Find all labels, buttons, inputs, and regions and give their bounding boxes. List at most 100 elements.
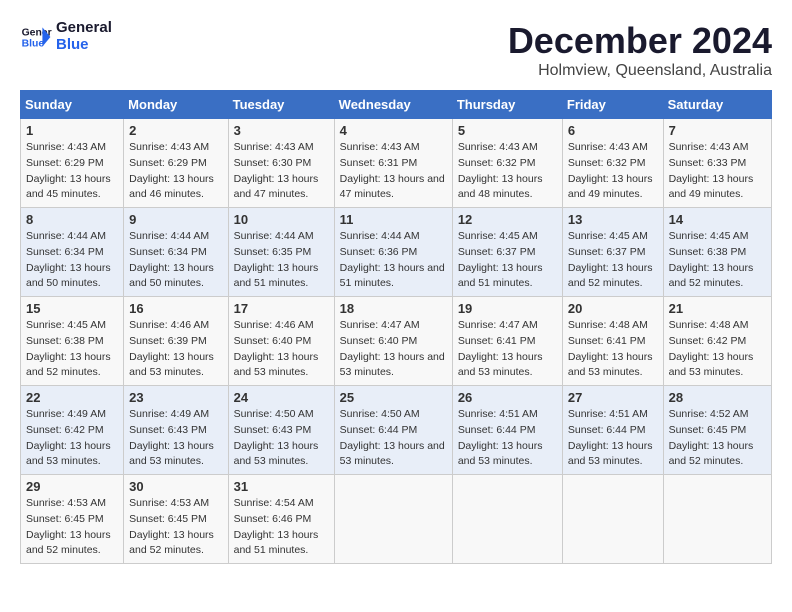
daylight-label: Daylight: 13 hours and 49 minutes. xyxy=(568,173,653,201)
logo-icon: General Blue xyxy=(20,21,52,53)
day-number: 25 xyxy=(340,390,447,405)
daylight-label: Daylight: 13 hours and 49 minutes. xyxy=(669,173,754,201)
sunset-label: Sunset: 6:38 PM xyxy=(669,246,747,258)
day-number: 5 xyxy=(458,123,557,138)
calendar-header-tuesday: Tuesday xyxy=(228,91,334,119)
sunset-label: Sunset: 6:41 PM xyxy=(458,335,536,347)
day-info: Sunrise: 4:53 AM Sunset: 6:45 PM Dayligh… xyxy=(26,496,118,559)
sunset-label: Sunset: 6:31 PM xyxy=(340,157,418,169)
sunrise-label: Sunrise: 4:45 AM xyxy=(458,230,538,242)
day-number: 31 xyxy=(234,479,329,494)
daylight-label: Daylight: 13 hours and 47 minutes. xyxy=(340,173,445,201)
day-info: Sunrise: 4:54 AM Sunset: 6:46 PM Dayligh… xyxy=(234,496,329,559)
sunset-label: Sunset: 6:42 PM xyxy=(669,335,747,347)
daylight-label: Daylight: 13 hours and 50 minutes. xyxy=(129,262,214,290)
calendar-cell: 7 Sunrise: 4:43 AM Sunset: 6:33 PM Dayli… xyxy=(663,119,771,208)
daylight-label: Daylight: 13 hours and 51 minutes. xyxy=(234,262,319,290)
calendar-cell: 6 Sunrise: 4:43 AM Sunset: 6:32 PM Dayli… xyxy=(562,119,663,208)
sunrise-label: Sunrise: 4:53 AM xyxy=(129,497,209,509)
calendar-cell: 13 Sunrise: 4:45 AM Sunset: 6:37 PM Dayl… xyxy=(562,208,663,297)
day-info: Sunrise: 4:45 AM Sunset: 6:37 PM Dayligh… xyxy=(458,229,557,292)
sunset-label: Sunset: 6:29 PM xyxy=(26,157,104,169)
sunrise-label: Sunrise: 4:51 AM xyxy=(458,408,538,420)
calendar-cell: 29 Sunrise: 4:53 AM Sunset: 6:45 PM Dayl… xyxy=(21,475,124,564)
calendar-cell: 31 Sunrise: 4:54 AM Sunset: 6:46 PM Dayl… xyxy=(228,475,334,564)
day-info: Sunrise: 4:48 AM Sunset: 6:41 PM Dayligh… xyxy=(568,318,658,381)
sunset-label: Sunset: 6:44 PM xyxy=(458,424,536,436)
calendar-header: SundayMondayTuesdayWednesdayThursdayFrid… xyxy=(21,91,772,119)
calendar-header-monday: Monday xyxy=(124,91,228,119)
calendar-cell: 18 Sunrise: 4:47 AM Sunset: 6:40 PM Dayl… xyxy=(334,297,452,386)
calendar-cell: 28 Sunrise: 4:52 AM Sunset: 6:45 PM Dayl… xyxy=(663,386,771,475)
calendar-cell xyxy=(562,475,663,564)
sunrise-label: Sunrise: 4:43 AM xyxy=(26,141,106,153)
daylight-label: Daylight: 13 hours and 51 minutes. xyxy=(234,529,319,557)
day-info: Sunrise: 4:44 AM Sunset: 6:34 PM Dayligh… xyxy=(26,229,118,292)
daylight-label: Daylight: 13 hours and 53 minutes. xyxy=(129,351,214,379)
day-info: Sunrise: 4:50 AM Sunset: 6:43 PM Dayligh… xyxy=(234,407,329,470)
day-number: 1 xyxy=(26,123,118,138)
sunrise-label: Sunrise: 4:52 AM xyxy=(669,408,749,420)
day-info: Sunrise: 4:51 AM Sunset: 6:44 PM Dayligh… xyxy=(568,407,658,470)
day-info: Sunrise: 4:47 AM Sunset: 6:41 PM Dayligh… xyxy=(458,318,557,381)
day-number: 18 xyxy=(340,301,447,316)
sunrise-label: Sunrise: 4:51 AM xyxy=(568,408,648,420)
daylight-label: Daylight: 13 hours and 53 minutes. xyxy=(568,351,653,379)
calendar-cell: 20 Sunrise: 4:48 AM Sunset: 6:41 PM Dayl… xyxy=(562,297,663,386)
daylight-label: Daylight: 13 hours and 52 minutes. xyxy=(669,262,754,290)
calendar-cell: 8 Sunrise: 4:44 AM Sunset: 6:34 PM Dayli… xyxy=(21,208,124,297)
sunrise-label: Sunrise: 4:50 AM xyxy=(234,408,314,420)
week-row-2: 8 Sunrise: 4:44 AM Sunset: 6:34 PM Dayli… xyxy=(21,208,772,297)
daylight-label: Daylight: 13 hours and 46 minutes. xyxy=(129,173,214,201)
calendar-cell: 26 Sunrise: 4:51 AM Sunset: 6:44 PM Dayl… xyxy=(452,386,562,475)
sunset-label: Sunset: 6:36 PM xyxy=(340,246,418,258)
daylight-label: Daylight: 13 hours and 53 minutes. xyxy=(129,440,214,468)
day-number: 6 xyxy=(568,123,658,138)
calendar-cell: 27 Sunrise: 4:51 AM Sunset: 6:44 PM Dayl… xyxy=(562,386,663,475)
sunset-label: Sunset: 6:44 PM xyxy=(340,424,418,436)
sunset-label: Sunset: 6:40 PM xyxy=(234,335,312,347)
calendar-cell: 19 Sunrise: 4:47 AM Sunset: 6:41 PM Dayl… xyxy=(452,297,562,386)
daylight-label: Daylight: 13 hours and 53 minutes. xyxy=(458,440,543,468)
sunrise-label: Sunrise: 4:44 AM xyxy=(234,230,314,242)
sunrise-label: Sunrise: 4:50 AM xyxy=(340,408,420,420)
calendar-cell: 4 Sunrise: 4:43 AM Sunset: 6:31 PM Dayli… xyxy=(334,119,452,208)
calendar-cell: 11 Sunrise: 4:44 AM Sunset: 6:36 PM Dayl… xyxy=(334,208,452,297)
sunset-label: Sunset: 6:45 PM xyxy=(129,513,207,525)
calendar-cell: 25 Sunrise: 4:50 AM Sunset: 6:44 PM Dayl… xyxy=(334,386,452,475)
calendar-cell: 30 Sunrise: 4:53 AM Sunset: 6:45 PM Dayl… xyxy=(124,475,228,564)
day-number: 9 xyxy=(129,212,222,227)
sunrise-label: Sunrise: 4:44 AM xyxy=(340,230,420,242)
day-info: Sunrise: 4:45 AM Sunset: 6:38 PM Dayligh… xyxy=(26,318,118,381)
day-number: 20 xyxy=(568,301,658,316)
sunrise-label: Sunrise: 4:54 AM xyxy=(234,497,314,509)
day-info: Sunrise: 4:43 AM Sunset: 6:29 PM Dayligh… xyxy=(129,140,222,203)
daylight-label: Daylight: 13 hours and 53 minutes. xyxy=(568,440,653,468)
daylight-label: Daylight: 13 hours and 53 minutes. xyxy=(234,351,319,379)
calendar-cell xyxy=(663,475,771,564)
svg-text:Blue: Blue xyxy=(22,38,45,49)
sunset-label: Sunset: 6:45 PM xyxy=(26,513,104,525)
day-number: 17 xyxy=(234,301,329,316)
sunset-label: Sunset: 6:32 PM xyxy=(458,157,536,169)
day-number: 15 xyxy=(26,301,118,316)
day-info: Sunrise: 4:43 AM Sunset: 6:33 PM Dayligh… xyxy=(669,140,766,203)
week-row-1: 1 Sunrise: 4:43 AM Sunset: 6:29 PM Dayli… xyxy=(21,119,772,208)
day-info: Sunrise: 4:45 AM Sunset: 6:38 PM Dayligh… xyxy=(669,229,766,292)
calendar-cell xyxy=(452,475,562,564)
day-info: Sunrise: 4:44 AM Sunset: 6:35 PM Dayligh… xyxy=(234,229,329,292)
logo: General Blue General Blue xyxy=(20,20,112,53)
calendar-cell xyxy=(334,475,452,564)
sunset-label: Sunset: 6:39 PM xyxy=(129,335,207,347)
day-info: Sunrise: 4:51 AM Sunset: 6:44 PM Dayligh… xyxy=(458,407,557,470)
day-number: 27 xyxy=(568,390,658,405)
calendar-cell: 15 Sunrise: 4:45 AM Sunset: 6:38 PM Dayl… xyxy=(21,297,124,386)
day-info: Sunrise: 4:48 AM Sunset: 6:42 PM Dayligh… xyxy=(669,318,766,381)
day-info: Sunrise: 4:50 AM Sunset: 6:44 PM Dayligh… xyxy=(340,407,447,470)
day-number: 24 xyxy=(234,390,329,405)
sunset-label: Sunset: 6:34 PM xyxy=(129,246,207,258)
sunrise-label: Sunrise: 4:48 AM xyxy=(669,319,749,331)
daylight-label: Daylight: 13 hours and 53 minutes. xyxy=(669,351,754,379)
calendar-cell: 5 Sunrise: 4:43 AM Sunset: 6:32 PM Dayli… xyxy=(452,119,562,208)
day-info: Sunrise: 4:52 AM Sunset: 6:45 PM Dayligh… xyxy=(669,407,766,470)
